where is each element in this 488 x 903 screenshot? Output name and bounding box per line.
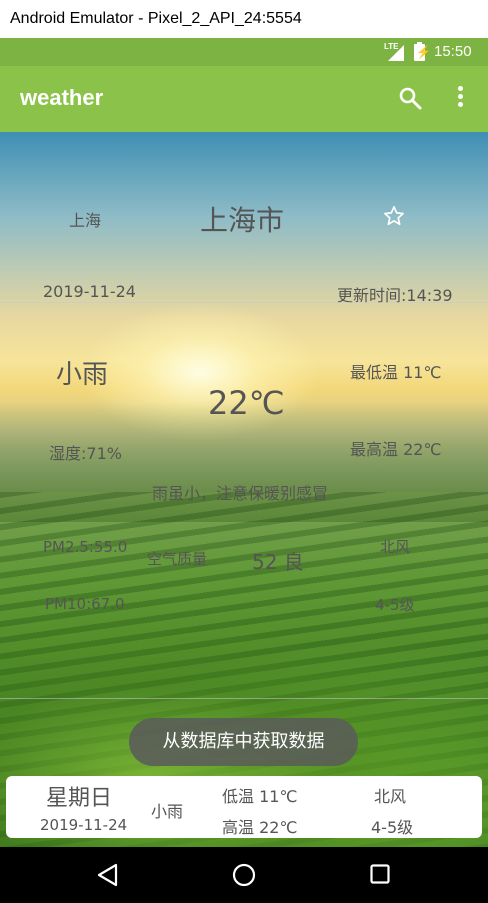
forecast-card[interactable]: 星期日 2019-11-24 小雨 低温 11℃ 高温 22℃ 北风 4-5级 (6, 776, 482, 838)
status-bar: LTE ⚡ 15:50 (0, 38, 488, 66)
divider (0, 302, 488, 303)
forecast-wind-level: 4-5级 (371, 818, 414, 837)
low-temperature: 最低温 11℃ (350, 363, 442, 382)
search-icon[interactable] (398, 86, 422, 110)
humidity: 湿度:71% (49, 444, 122, 463)
lte-signal-icon: LTE (384, 42, 406, 61)
network-label: LTE (384, 42, 399, 51)
high-temperature: 最高温 22℃ (350, 440, 442, 459)
weather-tip: 雨虽小，注意保暖别感冒 (152, 484, 329, 503)
forecast-date: 2019-11-24 (40, 816, 128, 834)
forecast-day: 星期日 (46, 786, 113, 811)
wind-level: 4-5级 (375, 596, 415, 614)
air-quality-label: 空气质量 (147, 550, 208, 568)
weather-content[interactable]: 上海 上海市 2019-11-24 更新时间:14:39 小雨 最低温 11℃ … (0, 132, 488, 847)
air-quality-value: 52 良 (252, 550, 304, 574)
city-full-name: 上海市 (200, 204, 285, 237)
current-temperature: 22℃ (208, 384, 285, 422)
back-icon[interactable] (96, 863, 118, 887)
divider (0, 698, 488, 699)
recents-icon[interactable] (370, 864, 390, 884)
forecast-low-temp: 低温 11℃ (222, 787, 298, 806)
clock: 15:50 (434, 43, 472, 60)
forecast-high-temp: 高温 22℃ (222, 818, 298, 837)
navigation-bar (0, 847, 488, 903)
update-date: 2019-11-24 (43, 282, 136, 301)
window-title: Android Emulator - Pixel_2_API_24:5554 (0, 0, 488, 38)
app-title: weather (20, 85, 104, 110)
city-short-name: 上海 (69, 211, 102, 230)
battery-charging-icon: ⚡ (414, 42, 431, 61)
forecast-condition: 小雨 (151, 802, 184, 821)
pm10-value: PM10:67.0 (45, 595, 125, 613)
weather-condition: 小雨 (56, 360, 109, 390)
app-bar: weather (0, 66, 488, 132)
star-outline-icon[interactable] (383, 205, 405, 227)
wind-direction: 北风 (380, 538, 411, 556)
more-vert-icon[interactable] (450, 86, 470, 112)
pm25-value: PM2.5:55.0 (43, 538, 128, 556)
forecast-wind-direction: 北风 (374, 787, 407, 806)
toast-message: 从数据库中获取数据 (129, 718, 358, 766)
home-icon[interactable] (232, 863, 256, 887)
